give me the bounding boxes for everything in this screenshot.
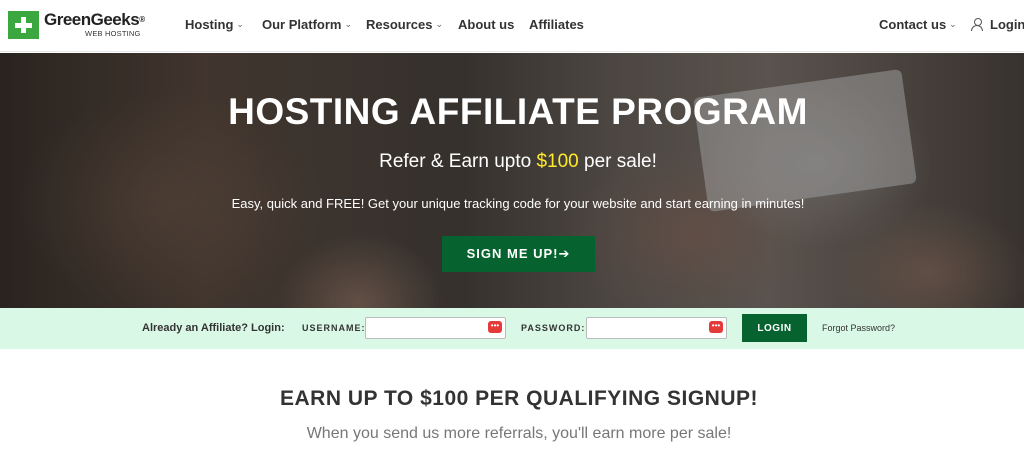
earn-section-title: EARN UP TO $100 PER QUALIFYING SIGNUP! <box>280 387 758 410</box>
nav-contact-us[interactable]: Contact us ⌄ <box>879 17 957 32</box>
nav-resources-label: Resources <box>366 17 433 32</box>
logo-tagline: WEB HOSTING <box>85 29 141 38</box>
login-link[interactable]: Login <box>971 17 1024 32</box>
nav-hosting[interactable]: Hosting ⌄ <box>185 17 244 32</box>
user-icon <box>971 18 983 31</box>
chevron-down-icon: ⌄ <box>949 19 957 29</box>
password-label: PASSWORD: <box>521 323 586 333</box>
chevron-down-icon: ⌄ <box>344 19 353 29</box>
sign-me-up-button[interactable]: SIGN ME UP!➔ <box>442 236 595 272</box>
nav-affiliates-label: Affiliates <box>529 17 584 32</box>
nav-our-platform[interactable]: Our Platform ⌄ <box>262 17 352 32</box>
logo-name: GreenGeeks <box>44 10 140 29</box>
logo-registered-mark: ® <box>139 15 145 24</box>
hero-title: HOSTING AFFILIATE PROGRAM <box>228 91 808 132</box>
hero-description: Easy, quick and FREE! Get your unique tr… <box>231 196 805 211</box>
nav-contact-us-label: Contact us <box>879 17 947 32</box>
hero-banner: HOSTING AFFILIATE PROGRAM Refer & Earn u… <box>0 53 1024 308</box>
password-input[interactable] <box>586 317 727 339</box>
forgot-password-link[interactable]: Forgot Password? <box>822 323 895 333</box>
nav-hosting-label: Hosting <box>185 17 234 32</box>
chevron-down-icon: ⌄ <box>435 19 444 29</box>
greengeeks-logo[interactable]: GreenGeeks® WEB HOSTING <box>8 11 145 39</box>
login-link-label: Login <box>990 17 1024 32</box>
username-label: USERNAME: <box>302 323 366 333</box>
plus-logo-icon <box>8 11 39 39</box>
username-input[interactable] <box>365 317 506 339</box>
nav-about-us[interactable]: About us <box>458 17 514 32</box>
hero-subtitle-prefix: Refer & Earn upto <box>379 151 537 172</box>
affiliate-login-bar: Already an Affiliate? Login: USERNAME: •… <box>0 308 1024 349</box>
hero-subtitle-suffix: per sale! <box>578 151 657 172</box>
nav-affiliates[interactable]: Affiliates <box>529 17 584 32</box>
login-button[interactable]: LOGIN <box>742 314 807 342</box>
nav-resources[interactable]: Resources ⌄ <box>366 17 443 32</box>
site-header: GreenGeeks® WEB HOSTING Hosting ⌄ Our Pl… <box>0 0 1024 52</box>
affiliate-login-label: Already an Affiliate? Login: <box>142 322 285 334</box>
earn-section-subtitle: When you send us more referrals, you'll … <box>306 425 732 442</box>
nav-about-us-label: About us <box>458 17 515 32</box>
nav-our-platform-label: Our Platform <box>262 17 342 32</box>
hero-subtitle: Refer & Earn upto $100 per sale! <box>0 151 1024 173</box>
hero-subtitle-amount: $100 <box>536 151 579 172</box>
chevron-down-icon: ⌄ <box>236 19 244 29</box>
